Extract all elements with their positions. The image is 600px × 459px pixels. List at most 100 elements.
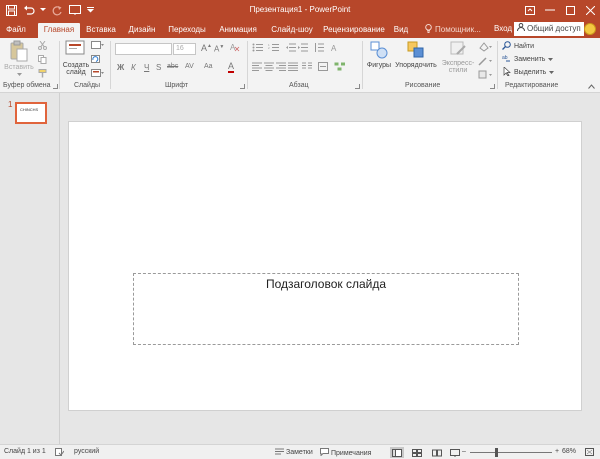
tell-me-text: Помощник...: [435, 25, 481, 34]
replace-button[interactable]: ab Заменить: [502, 54, 554, 65]
thumbnail-text: CHINCHS: [20, 107, 39, 112]
font-launcher-icon[interactable]: [240, 84, 245, 89]
svg-text:ab: ab: [502, 55, 508, 61]
shape-outline-icon[interactable]: [478, 56, 492, 68]
italic-button[interactable]: К: [131, 63, 136, 72]
subtitle-placeholder[interactable]: Подзаголовок слайда: [133, 273, 519, 345]
spell-check-icon: [55, 448, 65, 458]
subtitle-placeholder-text: Подзаголовок слайда: [265, 277, 387, 291]
zoom-out-button[interactable]: –: [462, 448, 466, 455]
clipboard-group-label: Буфер обмена: [3, 82, 51, 89]
lightbulb-icon: [425, 24, 432, 35]
arrange-button[interactable]: Упорядочить: [394, 40, 438, 69]
replace-icon: ab: [502, 54, 511, 65]
spelling-status[interactable]: [55, 448, 65, 458]
tell-me-box[interactable]: Помощник...: [425, 24, 481, 35]
align-text-icon[interactable]: [318, 62, 328, 73]
maximize-icon[interactable]: [560, 0, 580, 20]
zoom-slider-thumb[interactable]: [494, 448, 498, 457]
shapes-button[interactable]: Фигуры: [365, 40, 393, 69]
comments-button[interactable]: Примечания: [320, 448, 371, 458]
slide-show-icon[interactable]: [448, 447, 462, 458]
clear-formatting-icon[interactable]: A: [230, 42, 240, 54]
new-slide-label-2: слайд: [66, 69, 86, 76]
collapse-ribbon-icon[interactable]: [588, 82, 595, 91]
tab-animations[interactable]: Анимация: [217, 23, 259, 38]
notes-icon: [275, 448, 284, 457]
feedback-smiley-icon[interactable]: [584, 23, 596, 35]
font-color-button[interactable]: A: [228, 62, 235, 73]
share-label: Общий доступ: [527, 24, 581, 33]
reset-button[interactable]: [91, 55, 100, 66]
format-painter-icon: [38, 69, 47, 80]
format-painter-button[interactable]: [38, 69, 47, 80]
character-spacing-button[interactable]: AV: [185, 63, 194, 70]
share-button[interactable]: Общий доступ: [514, 22, 584, 36]
tab-slide-show[interactable]: Слайд-шоу: [270, 23, 314, 38]
numbering-icon[interactable]: 12: [268, 43, 280, 54]
tab-transitions[interactable]: Переходы: [168, 23, 206, 38]
comment-icon: [320, 448, 329, 458]
sign-in-link[interactable]: Вход: [494, 24, 512, 33]
new-slide-button[interactable]: Создать слайд: [61, 40, 91, 76]
tab-insert[interactable]: Вставка: [86, 23, 116, 38]
layout-button[interactable]: [91, 41, 105, 52]
text-direction-icon[interactable]: A: [330, 43, 340, 54]
drawing-launcher-icon[interactable]: [490, 84, 495, 89]
tab-review[interactable]: Рецензирование: [323, 23, 385, 38]
align-center-icon[interactable]: [264, 62, 274, 73]
clipboard-launcher-icon[interactable]: [53, 84, 58, 89]
select-button[interactable]: Выделить: [502, 66, 555, 78]
arrange-label: Упорядочить: [395, 62, 437, 69]
justify-icon[interactable]: [288, 62, 298, 73]
font-size-combobox[interactable]: 16: [173, 43, 196, 55]
svg-text:2: 2: [268, 46, 270, 50]
slide-canvas[interactable]: Подзаголовок слайда: [68, 121, 582, 411]
tab-view[interactable]: Вид: [392, 23, 410, 38]
layout-icon: [91, 41, 105, 52]
underline-button[interactable]: Ч: [144, 63, 149, 72]
tab-home[interactable]: Главная: [38, 23, 80, 38]
shape-effects-icon[interactable]: [478, 70, 492, 82]
tab-design[interactable]: Дизайн: [127, 23, 157, 38]
text-shadow-button[interactable]: S: [156, 63, 161, 72]
tab-file[interactable]: Файл: [4, 23, 28, 38]
paragraph-launcher-icon[interactable]: [355, 84, 360, 89]
slide-sorter-icon[interactable]: [410, 447, 424, 458]
align-left-icon[interactable]: [252, 62, 262, 73]
language-indicator[interactable]: русский: [74, 448, 99, 455]
zoom-in-button[interactable]: +: [555, 448, 559, 455]
increase-font-size-button[interactable]: A▲: [201, 43, 212, 53]
decrease-font-size-button[interactable]: A▼: [214, 44, 224, 54]
notes-button[interactable]: Заметки: [275, 448, 313, 457]
fit-to-window-icon[interactable]: [585, 448, 594, 456]
slide-thumbnail[interactable]: CHINCHS: [15, 102, 47, 124]
zoom-level[interactable]: 68%: [562, 448, 576, 455]
cut-button[interactable]: [38, 40, 47, 52]
normal-view-icon[interactable]: [390, 447, 404, 458]
paste-button[interactable]: Вставить: [4, 40, 34, 78]
slides-group-label: Слайды: [74, 82, 101, 89]
quick-styles-button[interactable]: Экспресс- стили: [440, 40, 476, 74]
close-icon[interactable]: [580, 0, 600, 20]
decrease-indent-icon[interactable]: [286, 43, 296, 54]
change-case-button[interactable]: Aa: [204, 63, 213, 70]
reading-view-icon[interactable]: [430, 447, 444, 458]
zoom-slider-track[interactable]: [470, 452, 552, 453]
copy-button[interactable]: [38, 55, 47, 66]
group-divider: [497, 41, 498, 89]
minimize-icon[interactable]: [540, 0, 560, 20]
font-name-combobox[interactable]: [115, 43, 172, 55]
align-right-icon[interactable]: [276, 62, 286, 73]
bullets-icon[interactable]: [252, 43, 264, 54]
shape-fill-icon[interactable]: [478, 42, 492, 54]
find-button[interactable]: Найти: [502, 41, 534, 52]
strikethrough-button[interactable]: abc: [167, 63, 178, 70]
ribbon-display-options-icon[interactable]: [520, 0, 540, 20]
smartart-icon[interactable]: [334, 62, 346, 73]
bold-button[interactable]: Ж: [117, 63, 124, 72]
columns-icon[interactable]: [302, 62, 312, 73]
increase-indent-icon[interactable]: [298, 43, 308, 54]
line-spacing-icon[interactable]: [314, 43, 324, 54]
section-button[interactable]: [91, 69, 105, 80]
